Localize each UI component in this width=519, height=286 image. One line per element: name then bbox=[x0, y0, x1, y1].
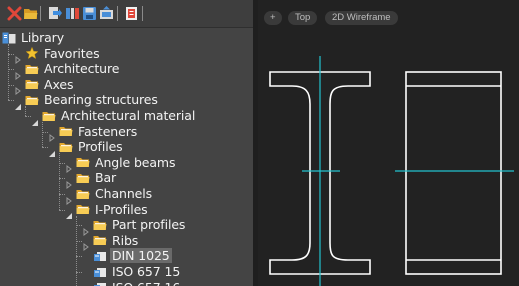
expand-arrow-icon[interactable] bbox=[82, 236, 90, 252]
export-icon bbox=[100, 6, 113, 19]
save-button[interactable] bbox=[81, 5, 98, 22]
tree-item-label: Bearing structures bbox=[44, 92, 158, 108]
tree-connector bbox=[59, 153, 60, 210]
folder-icon bbox=[59, 142, 73, 152]
expand-arrow-icon[interactable] bbox=[14, 49, 22, 65]
library-icon bbox=[66, 8, 79, 19]
tree-item-label: Fasteners bbox=[78, 123, 138, 139]
tree-item-label: ISO 657 16 bbox=[110, 280, 182, 286]
expand-arrow-icon[interactable] bbox=[14, 65, 22, 80]
tree-item-part-profiles[interactable]: Part profiles bbox=[82, 217, 187, 236]
toolbar-separator bbox=[40, 6, 41, 21]
tree-connector bbox=[8, 44, 9, 101]
tree-item-angle-beams[interactable]: Angle beams bbox=[65, 154, 177, 174]
collapse-arrow-icon[interactable] bbox=[48, 143, 56, 157]
folder-icon bbox=[93, 220, 107, 230]
tree-item-label: Architectural material bbox=[61, 108, 196, 123]
collapse-arrow-icon[interactable] bbox=[31, 112, 39, 126]
tree-item-label: Axes bbox=[44, 76, 74, 92]
open-folder-icon bbox=[24, 9, 38, 19]
tree-item-architecture[interactable]: Architecture bbox=[14, 61, 121, 80]
folder-icon bbox=[93, 236, 107, 246]
expand-arrow-icon[interactable] bbox=[82, 221, 90, 236]
tree-item-label: Channels bbox=[95, 186, 153, 201]
tree-item-iso-657-16[interactable]: ISO 657 16 bbox=[82, 280, 182, 286]
part-icon bbox=[94, 267, 106, 277]
folder-icon bbox=[25, 80, 39, 90]
tree-item-ribs[interactable]: Ribs bbox=[82, 232, 140, 252]
library-button[interactable] bbox=[64, 5, 81, 22]
tree-item-label: Favorites bbox=[44, 45, 100, 61]
expand-arrow-icon[interactable] bbox=[65, 190, 73, 205]
tree-item-iso-657-15[interactable]: ISO 657 15 bbox=[82, 264, 182, 279]
drawing-viewport[interactable]: + Top 2D Wireframe bbox=[258, 0, 519, 286]
library-icon bbox=[2, 32, 16, 43]
tree-item-label: I-Profiles bbox=[95, 201, 148, 217]
tree-connector bbox=[25, 106, 26, 116]
expand-arrow-icon[interactable] bbox=[65, 158, 73, 174]
library-toolbar bbox=[0, 0, 253, 28]
tree-item-bearing-structures[interactable]: Bearing structures bbox=[14, 92, 160, 110]
tree-connector bbox=[76, 215, 77, 286]
profile-drawing bbox=[269, 56, 514, 286]
collapse-arrow-icon[interactable] bbox=[65, 205, 73, 220]
tree-item-channels[interactable]: Channels bbox=[65, 186, 154, 205]
tree-item-label: ISO 657 15 bbox=[112, 264, 181, 279]
tree-item-din-1025[interactable]: DIN 1025 bbox=[82, 248, 172, 264]
delete-button[interactable] bbox=[6, 5, 23, 22]
tree-item-label: Architecture bbox=[44, 61, 120, 77]
document-button[interactable] bbox=[123, 5, 140, 22]
tree-item-label: Angle beams bbox=[95, 154, 176, 170]
i-beam-side-view bbox=[405, 71, 502, 275]
folder-icon bbox=[59, 127, 73, 137]
expand-arrow-icon[interactable] bbox=[65, 174, 73, 189]
tree-item-label: DIN 1025 bbox=[110, 248, 172, 264]
part-icon bbox=[94, 283, 106, 286]
folder-icon bbox=[76, 205, 90, 215]
tree-item-favorites[interactable]: Favorites bbox=[14, 45, 102, 65]
tree-root-library[interactable]: Library bbox=[2, 30, 66, 45]
tree-connector bbox=[42, 122, 43, 148]
tree-item-label: Profiles bbox=[78, 139, 123, 155]
library-panel: Library Favorites Architecture Axes Bearing … bbox=[0, 0, 253, 286]
tree-item-profiles[interactable]: Profiles bbox=[48, 139, 125, 157]
tree-item-architectural-material[interactable]: Architectural material bbox=[31, 108, 197, 126]
tree-item-axes[interactable]: Axes bbox=[14, 76, 75, 96]
tree-item-fasteners[interactable]: Fasteners bbox=[48, 123, 139, 143]
folder-icon bbox=[42, 111, 56, 121]
open-folder-button[interactable] bbox=[22, 5, 39, 22]
part-icon bbox=[94, 251, 106, 261]
toolbar-separator bbox=[117, 6, 118, 21]
tree-item-i-profiles[interactable]: I-Profiles bbox=[65, 201, 150, 220]
folder-icon bbox=[25, 64, 39, 74]
save-icon bbox=[83, 7, 96, 20]
insert-icon bbox=[49, 7, 62, 19]
tree-item-label: Bar bbox=[95, 170, 117, 186]
library-tree: Library Favorites Architecture Axes Bearing … bbox=[0, 30, 253, 286]
expand-arrow-icon[interactable] bbox=[48, 127, 56, 143]
folder-icon bbox=[76, 189, 90, 199]
expand-arrow-icon[interactable] bbox=[14, 80, 22, 96]
tree-item-bar[interactable]: Bar bbox=[65, 170, 118, 189]
document-icon bbox=[126, 7, 137, 20]
toolbar-separator bbox=[142, 6, 143, 21]
folder-icon bbox=[76, 173, 90, 183]
delete-icon bbox=[7, 6, 22, 21]
folder-icon bbox=[76, 158, 90, 168]
insert-button[interactable] bbox=[46, 5, 63, 22]
star-icon bbox=[25, 47, 39, 60]
tree-item-label: Part profiles bbox=[112, 217, 186, 233]
tree-item-label: Library bbox=[21, 30, 65, 45]
tree-item-label: Ribs bbox=[112, 232, 139, 248]
collapse-arrow-icon[interactable] bbox=[14, 96, 22, 110]
export-button[interactable] bbox=[98, 5, 115, 22]
folder-icon bbox=[25, 95, 39, 105]
